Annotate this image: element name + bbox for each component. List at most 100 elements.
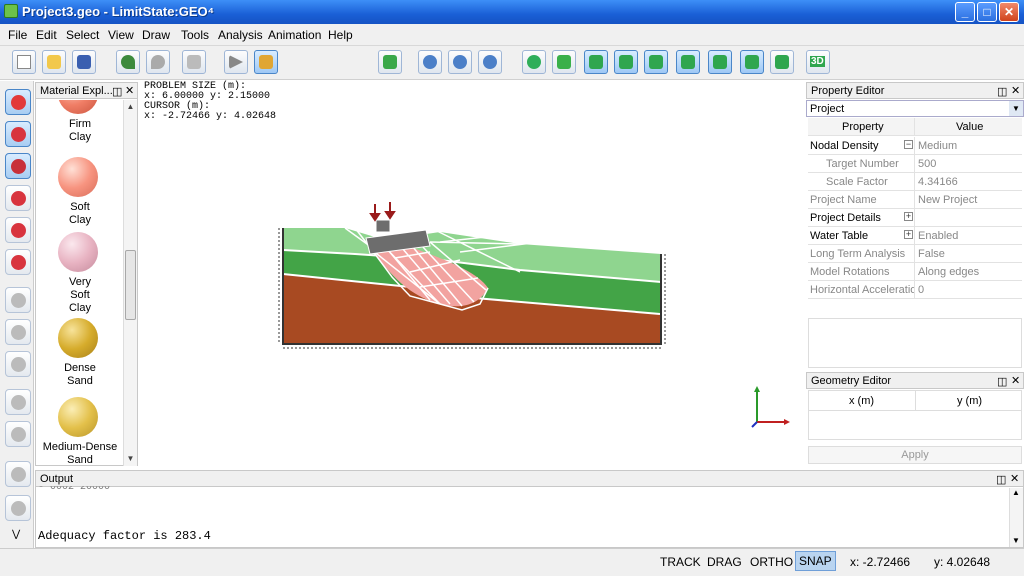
zoom-out-button[interactable]	[478, 50, 502, 74]
main-toolbar: δ 3D	[0, 46, 1024, 117]
drag-toggle[interactable]: DRAG	[707, 555, 742, 569]
divider	[914, 263, 915, 281]
draw-tool-7[interactable]	[5, 495, 31, 521]
output-scrollbar[interactable]: ▲ ▼	[1009, 488, 1023, 547]
property-value[interactable]: 0	[918, 284, 924, 296]
menu-help[interactable]: Help	[328, 28, 353, 42]
pin-icon[interactable]: ◫	[997, 85, 1007, 98]
view-loads-button[interactable]	[708, 50, 732, 74]
pin-icon[interactable]: ◫	[997, 375, 1007, 388]
save-button[interactable]	[72, 50, 96, 74]
property-value[interactable]: False	[918, 248, 945, 260]
scroll-up-icon[interactable]: ▲	[124, 100, 137, 114]
property-row-project-details[interactable]: Project Details +	[808, 209, 1022, 227]
collapse-icon[interactable]: −	[904, 140, 913, 149]
track-toggle[interactable]: TRACK	[660, 555, 701, 569]
expand-icon[interactable]: +	[904, 230, 913, 239]
scroll-down-icon[interactable]: ▼	[124, 452, 137, 466]
draw-tool-5[interactable]	[5, 421, 31, 447]
zoom-button[interactable]	[418, 50, 442, 74]
redo-button[interactable]	[146, 50, 170, 74]
scroll-up-icon[interactable]: ▲	[1012, 488, 1020, 497]
lock-button[interactable]	[254, 50, 278, 74]
maximize-button[interactable]: □	[977, 2, 997, 22]
property-row-target-number[interactable]: Target Number 500	[808, 155, 1022, 173]
material-label: Medium-Dense	[42, 441, 118, 453]
chevron-down-icon[interactable]: ▼	[1009, 101, 1023, 116]
scroll-thumb[interactable]	[125, 250, 136, 320]
menu-select[interactable]: Select	[66, 28, 99, 42]
menu-draw[interactable]: Draw	[142, 28, 170, 42]
pin-icon[interactable]: ◫	[112, 85, 122, 98]
drawing-canvas[interactable]	[140, 82, 806, 466]
pointer-tool[interactable]	[5, 153, 31, 179]
close-button[interactable]: ✕	[999, 2, 1019, 22]
property-row-scale-factor[interactable]: Scale Factor 4.34166	[808, 173, 1022, 191]
fan-icon	[745, 55, 759, 69]
menu-animation[interactable]: Animation	[268, 28, 321, 42]
zoom-tool[interactable]	[5, 185, 31, 211]
close-panel-icon[interactable]: ✕	[1011, 84, 1020, 97]
open-button[interactable]	[42, 50, 66, 74]
padlock-icon	[259, 55, 273, 69]
property-value[interactable]: 500	[918, 158, 936, 170]
close-panel-icon[interactable]: ✕	[125, 84, 134, 97]
draw-tool-1[interactable]	[5, 287, 31, 313]
menu-tools[interactable]: Tools	[181, 28, 209, 42]
add-tool[interactable]	[5, 217, 31, 243]
view-mechanism-button[interactable]	[740, 50, 764, 74]
zoom-in-button[interactable]	[448, 50, 472, 74]
property-row-project-name[interactable]: Project Name New Project	[808, 191, 1022, 209]
property-row-model-rotations[interactable]: Model Rotations Along edges	[808, 263, 1022, 281]
property-row-nodal-density[interactable]: Nodal Density − Medium	[808, 137, 1022, 155]
new-button[interactable]	[12, 50, 36, 74]
draw-tool-6[interactable]	[5, 461, 31, 487]
view-materials-button[interactable]	[522, 50, 546, 74]
model-drawing[interactable]	[140, 82, 806, 466]
ortho-toggle[interactable]: ORTHO	[750, 555, 793, 569]
expand-icon[interactable]: +	[904, 212, 913, 221]
menu-edit[interactable]: Edit	[36, 28, 57, 42]
property-value[interactable]: Medium	[918, 140, 957, 152]
status-bar: TRACK DRAG ORTHO SNAP x: -2.72466 y: 4.0…	[0, 548, 1024, 576]
menu-view[interactable]: View	[108, 28, 134, 42]
property-value[interactable]: Along edges	[918, 266, 979, 278]
property-value[interactable]: Enabled	[918, 230, 958, 242]
minimize-button[interactable]: _	[955, 2, 975, 22]
view-vertices-button[interactable]	[614, 50, 638, 74]
menu-analysis[interactable]: Analysis	[218, 28, 263, 42]
snap-toggle[interactable]: SNAP	[795, 551, 836, 571]
scroll-down-icon[interactable]: ▼	[1012, 536, 1020, 545]
gear-tool[interactable]	[5, 249, 31, 275]
object-select[interactable]: Project ▼	[806, 100, 1024, 117]
close-panel-icon[interactable]: ✕	[1011, 374, 1020, 387]
apply-button[interactable]: Apply	[808, 446, 1022, 464]
more-tools-chevron-icon[interactable]: ⋁	[12, 529, 20, 540]
draw-tool-3[interactable]	[5, 351, 31, 377]
property-row-long-term[interactable]: Long Term Analysis False	[808, 245, 1022, 263]
draw-tool-4[interactable]	[5, 389, 31, 415]
select-tool[interactable]	[5, 121, 31, 147]
undo-button[interactable]	[116, 50, 140, 74]
delete-button[interactable]	[182, 50, 206, 74]
divider	[914, 118, 915, 136]
material-scrollbar[interactable]: ▲ ▼	[123, 100, 137, 466]
animate-button[interactable]	[378, 50, 402, 74]
draw-tool-2[interactable]	[5, 319, 31, 345]
property-row-horizontal-acceleration[interactable]: Horizontal Acceleration 0	[808, 281, 1022, 299]
solve-button[interactable]	[224, 50, 248, 74]
property-key: Water Table	[810, 230, 869, 242]
material-tool[interactable]	[5, 89, 31, 115]
view-grid-button[interactable]	[552, 50, 576, 74]
view-deformed-button[interactable]	[770, 50, 794, 74]
property-row-water-table[interactable]: Water Table + Enabled	[808, 227, 1022, 245]
menu-file[interactable]: File	[8, 28, 27, 42]
view-nodes-button[interactable]	[584, 50, 608, 74]
property-value[interactable]: New Project	[918, 194, 977, 206]
view-3d-button[interactable]: 3D	[806, 50, 830, 74]
view-solids-button[interactable]	[676, 50, 700, 74]
close-panel-icon[interactable]: ✕	[1010, 472, 1019, 485]
pin-icon[interactable]: ◫	[996, 473, 1006, 486]
view-boundaries-button[interactable]	[644, 50, 668, 74]
property-value[interactable]: 4.34166	[918, 176, 958, 188]
